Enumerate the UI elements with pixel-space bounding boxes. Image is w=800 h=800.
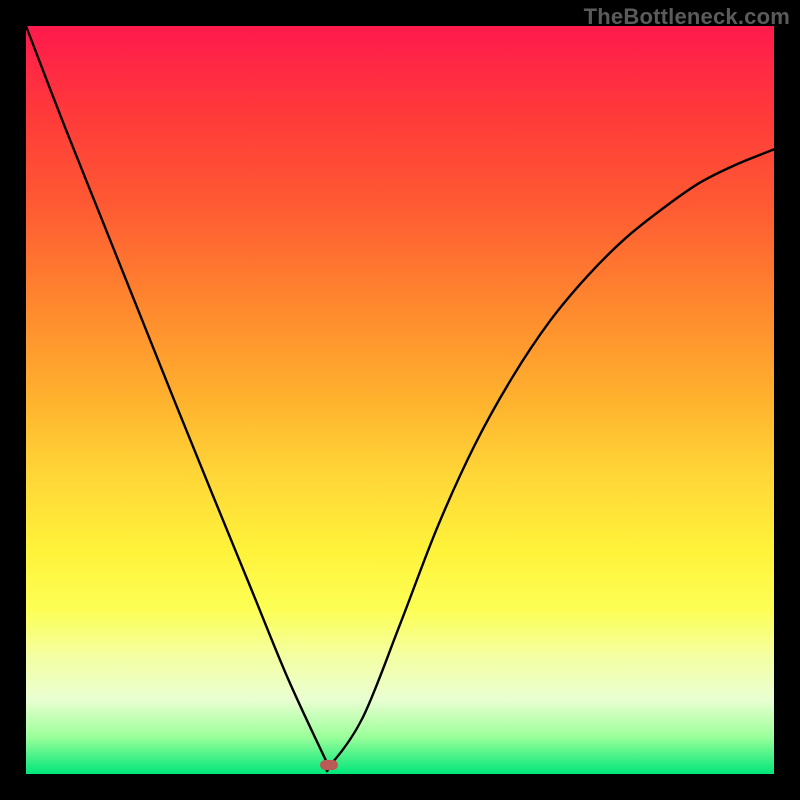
curve-layer xyxy=(26,26,774,774)
bottleneck-curve xyxy=(26,26,774,771)
chart-frame: TheBottleneck.com xyxy=(0,0,800,800)
minimum-marker xyxy=(320,760,338,770)
